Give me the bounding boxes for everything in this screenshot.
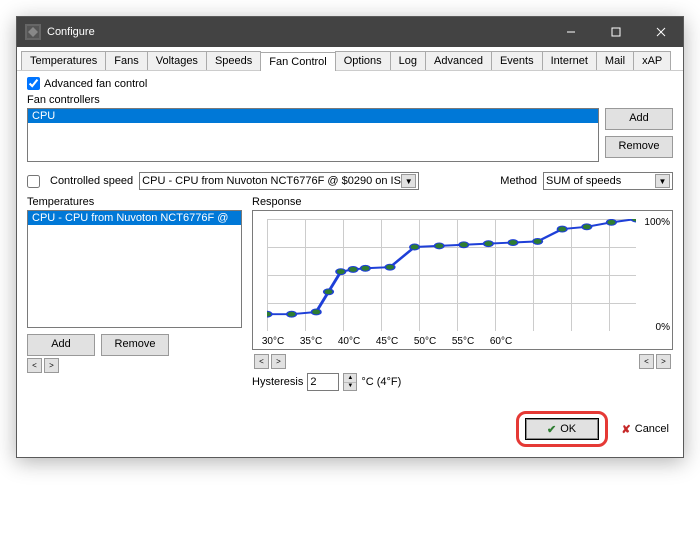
maximize-button[interactable] (593, 17, 638, 47)
cancel-button[interactable]: ✘ Cancel (622, 418, 669, 440)
tab-mail[interactable]: Mail (596, 51, 634, 70)
hysteresis-unit: °C (4°F) (361, 376, 401, 388)
method-label: Method (500, 175, 537, 187)
xmax-prev-button[interactable]: < (639, 354, 654, 369)
chart-svg (267, 219, 636, 331)
x-icon: ✘ (622, 423, 631, 436)
temperatures-label: Temperatures (27, 196, 242, 208)
ok-highlight: ✔ OK (516, 411, 608, 447)
x-tick: 45°C (376, 336, 398, 347)
hysteresis-spinner[interactable]: ▲▼ (343, 373, 357, 391)
response-label: Response (252, 196, 673, 208)
x-tick: 35°C (300, 336, 322, 347)
tab-log[interactable]: Log (390, 51, 426, 70)
minimize-button[interactable] (548, 17, 593, 47)
remove-temperature-button[interactable]: Remove (101, 334, 169, 356)
controlled-speed-dropdown[interactable]: CPU - CPU from Nuvoton NCT6776F @ $0290 … (139, 172, 419, 190)
tab-temperatures[interactable]: Temperatures (21, 51, 106, 70)
list-item[interactable]: CPU - CPU from Nuvoton NCT6776F @ (28, 211, 241, 225)
tab-internet[interactable]: Internet (542, 51, 597, 70)
temp-next-button[interactable]: > (44, 358, 59, 373)
chevron-down-icon[interactable]: ▼ (655, 174, 670, 188)
check-icon: ✔ (547, 423, 556, 436)
controlled-speed-label: Controlled speed (50, 175, 133, 187)
add-temperature-button[interactable]: Add (27, 334, 95, 356)
remove-controller-button[interactable]: Remove (605, 136, 673, 158)
chevron-down-icon[interactable]: ▼ (401, 174, 416, 188)
y-tick: 100% (644, 217, 670, 228)
hysteresis-label: Hysteresis (252, 376, 303, 388)
add-controller-button[interactable]: Add (605, 108, 673, 130)
window-title: Configure (47, 26, 548, 38)
configure-window: Configure TemperaturesFansVoltagesSpeeds… (16, 16, 684, 458)
x-tick: 30°C (262, 336, 284, 347)
xmax-next-button[interactable]: > (656, 354, 671, 369)
x-tick: 60°C (490, 336, 512, 347)
fan-controllers-list[interactable]: CPU (27, 108, 599, 162)
controlled-speed-checkbox[interactable] (27, 175, 40, 188)
x-tick: 40°C (338, 336, 360, 347)
advanced-fan-control-checkbox[interactable] (27, 77, 40, 90)
method-dropdown[interactable]: SUM of speeds ▼ (543, 172, 673, 190)
xmin-prev-button[interactable]: < (254, 354, 269, 369)
ok-button[interactable]: ✔ OK (525, 418, 599, 440)
xmin-next-button[interactable]: > (271, 354, 286, 369)
tab-fans[interactable]: Fans (105, 51, 147, 70)
y-tick: 0% (656, 322, 670, 333)
tabs-bar: TemperaturesFansVoltagesSpeedsFan Contro… (17, 47, 683, 71)
x-tick: 55°C (452, 336, 474, 347)
x-tick: 50°C (414, 336, 436, 347)
titlebar: Configure (17, 17, 683, 47)
method-value: SUM of speeds (546, 175, 655, 187)
temp-prev-button[interactable]: < (27, 358, 42, 373)
tab-events[interactable]: Events (491, 51, 543, 70)
hysteresis-input[interactable] (307, 373, 339, 391)
tab-xap[interactable]: xAP (633, 51, 671, 70)
tab-options[interactable]: Options (335, 51, 391, 70)
close-button[interactable] (638, 17, 683, 47)
response-chart[interactable]: 100% 0% 30°C 35°C 40°C 45°C 50°C 55°C 60… (252, 210, 673, 350)
tab-content: Advanced fan control Fan controllers CPU… (17, 71, 683, 401)
temperatures-list[interactable]: CPU - CPU from Nuvoton NCT6776F @ (27, 210, 242, 328)
dialog-footer: ✔ OK ✘ Cancel (17, 401, 683, 457)
fan-controllers-label: Fan controllers (27, 94, 673, 106)
controlled-speed-value: CPU - CPU from Nuvoton NCT6776F @ $0290 … (142, 175, 401, 187)
advanced-fan-control-label: Advanced fan control (44, 78, 147, 90)
tab-fan-control[interactable]: Fan Control (260, 52, 335, 71)
tab-advanced[interactable]: Advanced (425, 51, 492, 70)
tab-speeds[interactable]: Speeds (206, 51, 261, 70)
tab-voltages[interactable]: Voltages (147, 51, 207, 70)
list-item[interactable]: CPU (28, 109, 598, 123)
app-icon (25, 24, 41, 40)
